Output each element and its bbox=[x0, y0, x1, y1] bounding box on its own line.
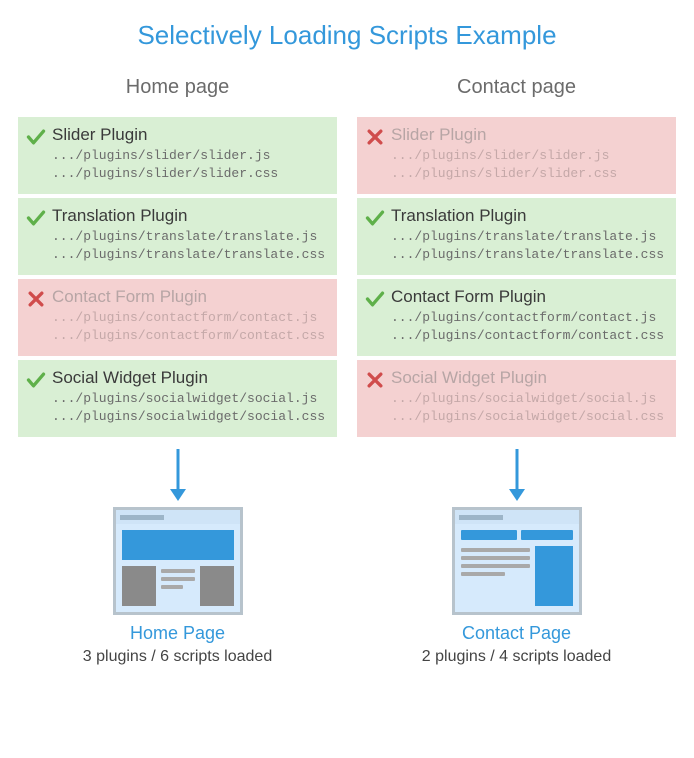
plugin-name: Slider Plugin bbox=[391, 125, 666, 145]
plugin-file: .../plugins/socialwidget/social.js bbox=[52, 390, 327, 408]
cross-icon bbox=[365, 127, 385, 147]
columns-container: Home page Slider Plugin .../plugins/slider… bbox=[0, 76, 694, 666]
plugin-body: Slider Plugin .../plugins/slider/slider.j… bbox=[52, 125, 327, 182]
column: Contact page Slider Plugin .../plugins/sli… bbox=[357, 76, 676, 666]
plugin-card: Social Widget Plugin .../plugins/socialwi… bbox=[357, 360, 676, 437]
plugin-card: Social Widget Plugin .../plugins/socialwi… bbox=[18, 360, 337, 437]
arrow-down-icon bbox=[357, 447, 676, 503]
check-icon bbox=[26, 370, 46, 390]
plugin-file: .../plugins/socialwidget/social.js bbox=[391, 390, 666, 408]
mockup-container bbox=[18, 507, 337, 615]
plugin-file: .../plugins/contactform/contact.css bbox=[391, 327, 666, 345]
plugin-name: Contact Form Plugin bbox=[52, 287, 327, 307]
page-stats: 3 plugins / 6 scripts loaded bbox=[18, 648, 337, 666]
cross-icon bbox=[26, 289, 46, 309]
column-header: Home page bbox=[18, 76, 337, 99]
plugin-file: .../plugins/slider/slider.js bbox=[391, 147, 666, 165]
plugin-body: Translation Plugin .../plugins/translate/… bbox=[52, 206, 327, 263]
column-header: Contact page bbox=[357, 76, 676, 99]
cross-icon bbox=[365, 370, 385, 390]
column: Home page Slider Plugin .../plugins/slider… bbox=[18, 76, 337, 666]
plugin-name: Contact Form Plugin bbox=[391, 287, 666, 307]
check-icon bbox=[365, 289, 385, 309]
page-label: Home Page bbox=[18, 623, 337, 644]
plugin-file: .../plugins/translate/translate.css bbox=[391, 246, 666, 264]
plugin-file: .../plugins/slider/slider.css bbox=[52, 165, 327, 183]
plugin-body: Contact Form Plugin .../plugins/contactfo… bbox=[52, 287, 327, 344]
plugin-file: .../plugins/slider/slider.css bbox=[391, 165, 666, 183]
plugin-body: Slider Plugin .../plugins/slider/slider.j… bbox=[391, 125, 666, 182]
plugin-file: .../plugins/socialwidget/social.css bbox=[391, 408, 666, 426]
plugin-body: Translation Plugin .../plugins/translate/… bbox=[391, 206, 666, 263]
plugin-body: Social Widget Plugin .../plugins/socialwi… bbox=[52, 368, 327, 425]
plugin-file: .../plugins/slider/slider.js bbox=[52, 147, 327, 165]
plugin-name: Slider Plugin bbox=[52, 125, 327, 145]
plugin-file: .../plugins/contactform/contact.css bbox=[52, 327, 327, 345]
plugin-card: Slider Plugin .../plugins/slider/slider.j… bbox=[357, 117, 676, 194]
plugin-card: Slider Plugin .../plugins/slider/slider.j… bbox=[18, 117, 337, 194]
plugin-card: Translation Plugin .../plugins/translate/… bbox=[357, 198, 676, 275]
plugin-card: Contact Form Plugin .../plugins/contactfo… bbox=[357, 279, 676, 356]
plugin-file: .../plugins/translate/translate.js bbox=[52, 228, 327, 246]
plugin-card: Translation Plugin .../plugins/translate/… bbox=[18, 198, 337, 275]
plugin-body: Contact Form Plugin .../plugins/contactfo… bbox=[391, 287, 666, 344]
plugin-file: .../plugins/translate/translate.css bbox=[52, 246, 327, 264]
plugin-card: Contact Form Plugin .../plugins/contactfo… bbox=[18, 279, 337, 356]
plugin-name: Social Widget Plugin bbox=[52, 368, 327, 388]
page-mockup-contact bbox=[452, 507, 582, 615]
plugin-name: Translation Plugin bbox=[52, 206, 327, 226]
plugin-file: .../plugins/contactform/contact.js bbox=[52, 309, 327, 327]
plugin-name: Translation Plugin bbox=[391, 206, 666, 226]
plugin-body: Social Widget Plugin .../plugins/socialwi… bbox=[391, 368, 666, 425]
plugin-file: .../plugins/contactform/contact.js bbox=[391, 309, 666, 327]
check-icon bbox=[26, 208, 46, 228]
plugin-name: Social Widget Plugin bbox=[391, 368, 666, 388]
mockup-container bbox=[357, 507, 676, 615]
page-label: Contact Page bbox=[357, 623, 676, 644]
check-icon bbox=[365, 208, 385, 228]
plugin-file: .../plugins/translate/translate.js bbox=[391, 228, 666, 246]
plugin-file: .../plugins/socialwidget/social.css bbox=[52, 408, 327, 426]
diagram-title: Selectively Loading Scripts Example bbox=[0, 20, 694, 51]
check-icon bbox=[26, 127, 46, 147]
page-stats: 2 plugins / 4 scripts loaded bbox=[357, 648, 676, 666]
page-mockup-home bbox=[113, 507, 243, 615]
arrow-down-icon bbox=[18, 447, 337, 503]
